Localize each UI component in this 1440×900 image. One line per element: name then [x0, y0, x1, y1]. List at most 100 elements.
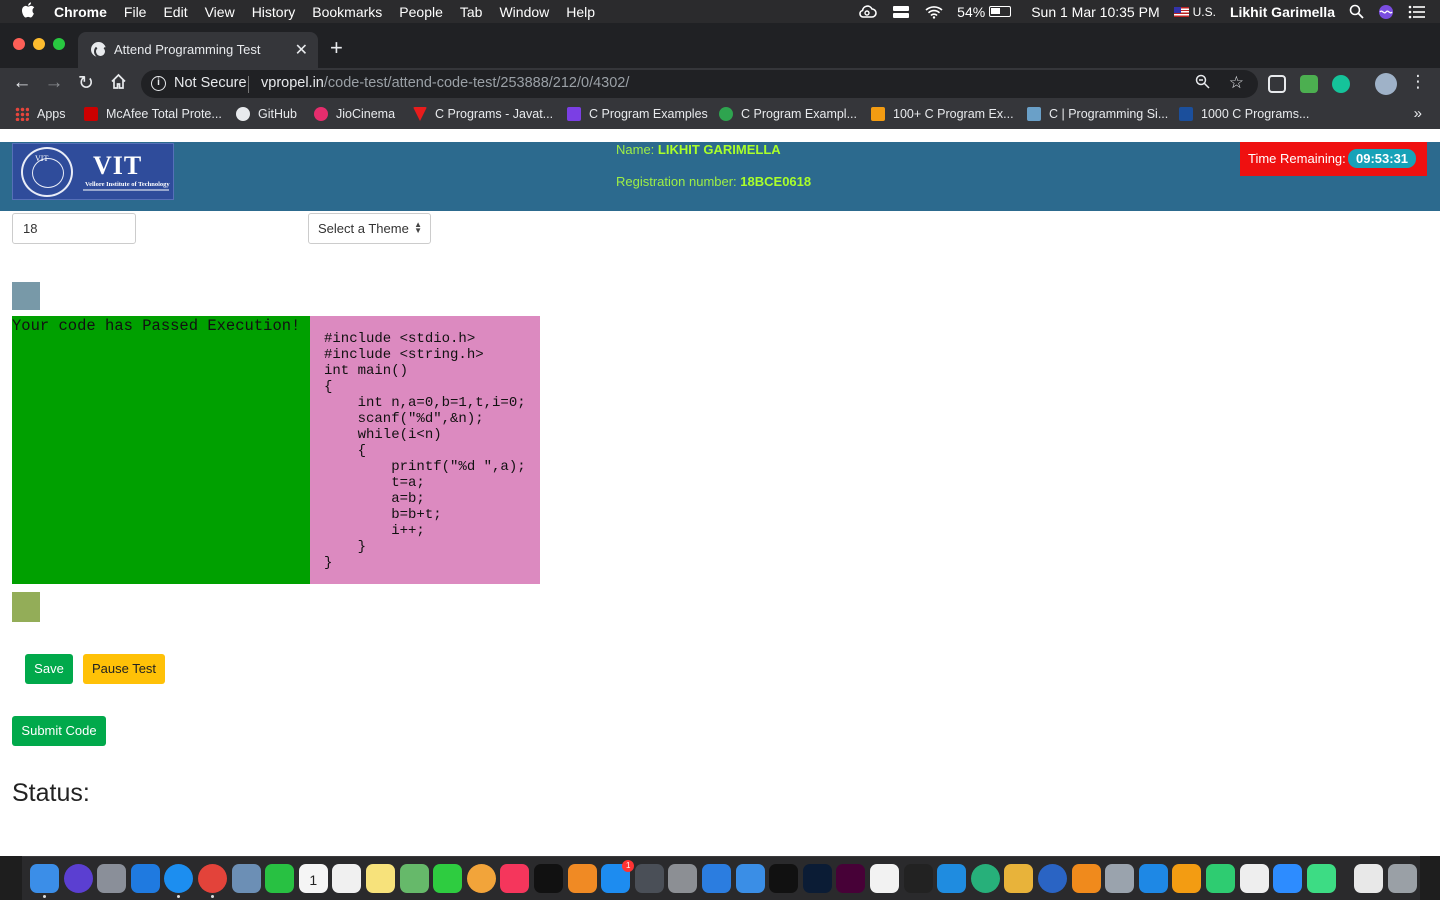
bluetooth-icon[interactable]	[130, 864, 160, 893]
submit-code-button[interactable]: Submit Code	[12, 716, 106, 746]
vscode-icon[interactable]	[937, 864, 967, 893]
ticket-viewer-icon[interactable]	[1004, 864, 1034, 893]
menu-view[interactable]: View	[205, 4, 235, 20]
notification-center-icon[interactable]	[1408, 5, 1426, 19]
window-close-button[interactable]	[13, 38, 25, 50]
bookmark-jiocinema[interactable]: JioCinema	[314, 107, 395, 121]
notes-icon[interactable]	[366, 864, 395, 893]
info-icon[interactable]: i	[151, 76, 166, 91]
menu-bookmarks[interactable]: Bookmarks	[312, 4, 382, 20]
chrome-menu-icon[interactable]: ⋮	[1406, 72, 1430, 92]
vlc-icon[interactable]	[1071, 864, 1101, 893]
window-zoom-button[interactable]	[53, 38, 65, 50]
menu-tab[interactable]: Tab	[460, 4, 483, 20]
menu-edit[interactable]: Edit	[163, 4, 187, 20]
save-button[interactable]: Save	[25, 654, 73, 684]
unity-hub-icon[interactable]	[903, 864, 933, 893]
reminders-icon[interactable]	[332, 864, 362, 893]
disk-utility-icon[interactable]	[1105, 864, 1135, 893]
datetime[interactable]: Sun 1 Mar 10:35 PM	[1031, 4, 1159, 20]
facetime-icon[interactable]	[433, 864, 463, 893]
launchpad-icon[interactable]	[97, 864, 127, 893]
input-source[interactable]: U.S.	[1193, 5, 1216, 19]
home-icon[interactable]	[106, 72, 130, 96]
wifi-icon[interactable]	[925, 5, 943, 19]
security-label[interactable]: Not Secure	[174, 75, 247, 91]
bookmark-mcafee[interactable]: McAfee Total Prote...	[84, 107, 222, 121]
grammarly-icon[interactable]	[1332, 75, 1350, 93]
pause-test-button[interactable]: Pause Test	[83, 654, 165, 684]
photoshop-icon[interactable]	[802, 864, 832, 893]
terminal-icon[interactable]	[769, 864, 799, 893]
creative-cloud-icon[interactable]	[857, 4, 877, 19]
system-preferences-icon[interactable]	[668, 864, 698, 893]
whatsapp-icon[interactable]	[265, 864, 295, 893]
bookmark-100-c-program[interactable]: 100+ C Program Ex...	[871, 107, 1014, 121]
pages-icon[interactable]	[1172, 864, 1202, 893]
music-icon[interactable]	[500, 864, 530, 893]
new-tab-button[interactable]: +	[330, 35, 343, 61]
menu-file[interactable]: File	[124, 4, 147, 20]
menu-chrome[interactable]: Chrome	[54, 4, 107, 20]
xcode-2-icon[interactable]	[735, 864, 765, 893]
status-menu-icon[interactable]	[891, 5, 911, 19]
theme-select[interactable]: Select a Theme ▲ ▼	[308, 213, 431, 244]
bookmark-javatpoint[interactable]: C Programs - Javat...	[413, 107, 553, 121]
battery-icon[interactable]	[989, 6, 1012, 17]
photos-icon[interactable]	[466, 864, 496, 893]
chrome-icon[interactable]	[198, 864, 227, 893]
extension-mail-icon[interactable]	[1300, 75, 1318, 93]
bookmark-c-programming-si[interactable]: C | Programming Si...	[1027, 107, 1168, 121]
menu-window[interactable]: Window	[499, 4, 549, 20]
zoom-icon[interactable]	[1273, 864, 1303, 893]
color-swatch-top[interactable]	[12, 282, 40, 310]
bookmark-star-icon[interactable]: ☆	[1229, 73, 1244, 93]
books-icon[interactable]	[567, 864, 597, 893]
bookmark-apps[interactable]: Apps	[15, 107, 66, 121]
trash-icon[interactable]	[1388, 864, 1417, 893]
siri-icon[interactable]	[63, 864, 93, 893]
appstore-icon[interactable]: 1	[601, 860, 635, 893]
keynote-icon[interactable]	[1138, 864, 1168, 893]
unity-icon[interactable]	[870, 864, 899, 893]
tab-attend-programming-test[interactable]: Attend Programming Test ✕	[78, 32, 318, 68]
adobe-xd-icon[interactable]	[836, 864, 866, 893]
maps-icon[interactable]	[399, 864, 429, 893]
address-bar[interactable]: i Not Secure vpropel.in/code-test/attend…	[141, 70, 1258, 98]
android-studio-icon[interactable]	[1306, 864, 1336, 893]
bookmark-github[interactable]: GitHub	[236, 107, 297, 121]
bookmark-1000-c-programs[interactable]: 1000 C Programs...	[1179, 107, 1309, 121]
code-editor[interactable]: #include <stdio.h> #include <string.h> i…	[310, 316, 540, 584]
us-flag-icon[interactable]	[1173, 6, 1189, 17]
font-size-input[interactable]: 18	[12, 213, 136, 244]
window-minimize-button[interactable]	[33, 38, 45, 50]
textedit-icon[interactable]	[1239, 864, 1269, 893]
downloads-icon[interactable]	[1354, 864, 1384, 893]
extension-reader-icon[interactable]	[1268, 75, 1286, 93]
quicktime-icon[interactable]	[1038, 864, 1067, 893]
forward-icon[interactable]: →	[42, 72, 66, 94]
bookmark-c-program-examples[interactable]: C Program Examples	[567, 107, 708, 121]
bookmark-c-program-exampl[interactable]: C Program Exampl...	[719, 107, 857, 121]
xcode-instruments-icon[interactable]	[634, 864, 664, 893]
zoom-icon[interactable]	[1195, 74, 1210, 93]
numbers-icon[interactable]	[1206, 864, 1235, 893]
finder-icon[interactable]	[30, 864, 59, 893]
spotlight-icon[interactable]	[1349, 4, 1364, 19]
color-swatch-bottom[interactable]	[12, 592, 40, 622]
xcode-icon[interactable]	[702, 864, 731, 893]
safari-icon[interactable]	[164, 864, 194, 893]
atom-icon[interactable]	[970, 864, 1000, 893]
siri-menubar-icon[interactable]	[1378, 4, 1394, 20]
menu-history[interactable]: History	[252, 4, 296, 20]
close-icon[interactable]: ✕	[295, 40, 308, 60]
reload-icon[interactable]: ↻	[74, 72, 98, 95]
tv-icon[interactable]	[534, 864, 563, 893]
menu-people[interactable]: People	[399, 4, 443, 20]
profile-avatar[interactable]	[1375, 73, 1397, 95]
url-text[interactable]: vpropel.in/code-test/attend-code-test/25…	[261, 75, 629, 91]
preview-icon[interactable]	[231, 864, 261, 893]
apple-icon[interactable]	[20, 2, 36, 21]
user-name[interactable]: Likhit Garimella	[1230, 4, 1335, 20]
menu-help[interactable]: Help	[566, 4, 595, 20]
